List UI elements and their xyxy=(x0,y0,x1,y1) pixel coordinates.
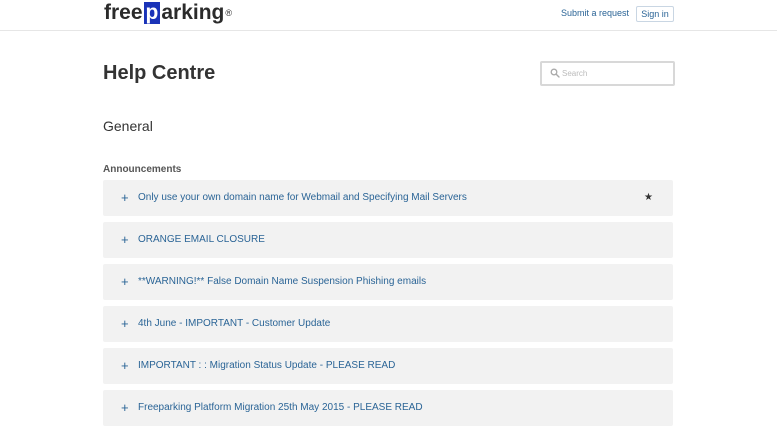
article-item[interactable]: + Freeparking Platform Migration 25th May… xyxy=(103,390,673,426)
search-box[interactable] xyxy=(540,61,675,86)
logo-registered-mark: ® xyxy=(225,8,233,18)
expand-plus-icon[interactable]: + xyxy=(121,317,129,330)
article-title-link[interactable]: Freeparking Platform Migration 25th May … xyxy=(138,402,423,413)
logo-text-arking: arking xyxy=(161,1,225,24)
article-list: + Only use your own domain name for Webma… xyxy=(103,180,673,432)
article-item[interactable]: + ORANGE EMAIL CLOSURE xyxy=(103,222,673,258)
expand-plus-icon[interactable]: + xyxy=(121,359,129,372)
expand-plus-icon[interactable]: + xyxy=(121,275,129,288)
article-title-link[interactable]: ORANGE EMAIL CLOSURE xyxy=(138,234,265,245)
article-title-link[interactable]: Only use your own domain name for Webmai… xyxy=(138,192,467,203)
article-item[interactable]: + **WARNING!** False Domain Name Suspensi… xyxy=(103,264,673,300)
logo-text-free: free xyxy=(104,1,143,24)
article-item[interactable]: + Only use your own domain name for Webma… xyxy=(103,180,673,216)
expand-plus-icon[interactable]: + xyxy=(121,401,129,414)
sign-in-button[interactable]: Sign in xyxy=(636,6,674,22)
article-item[interactable]: + IMPORTANT : : Migration Status Update -… xyxy=(103,348,673,384)
article-item[interactable]: +4th June - IMPORTANT - Customer Update xyxy=(103,306,673,342)
submit-request-link[interactable]: Submit a request xyxy=(561,8,629,18)
promoted-star-icon: ★ xyxy=(644,192,653,203)
expand-plus-icon[interactable]: + xyxy=(121,191,129,204)
category-title: General xyxy=(103,118,153,134)
article-title-link[interactable]: **WARNING!** False Domain Name Suspensio… xyxy=(138,276,426,287)
expand-plus-icon[interactable]: + xyxy=(121,233,129,246)
section-title-announcements[interactable]: Announcements xyxy=(103,164,181,175)
freeparking-logo[interactable]: free p arking® xyxy=(104,1,232,25)
search-input[interactable] xyxy=(562,65,666,81)
article-title-link[interactable]: IMPORTANT : : Migration Status Update - … xyxy=(138,360,395,371)
search-icon xyxy=(550,68,560,78)
page-title: Help Centre xyxy=(103,62,216,84)
logo-p-box: p xyxy=(143,1,161,24)
article-title-link[interactable]: 4th June - IMPORTANT - Customer Update xyxy=(138,318,330,329)
site-header: free p arking® Submit a request Sign in xyxy=(0,0,777,31)
